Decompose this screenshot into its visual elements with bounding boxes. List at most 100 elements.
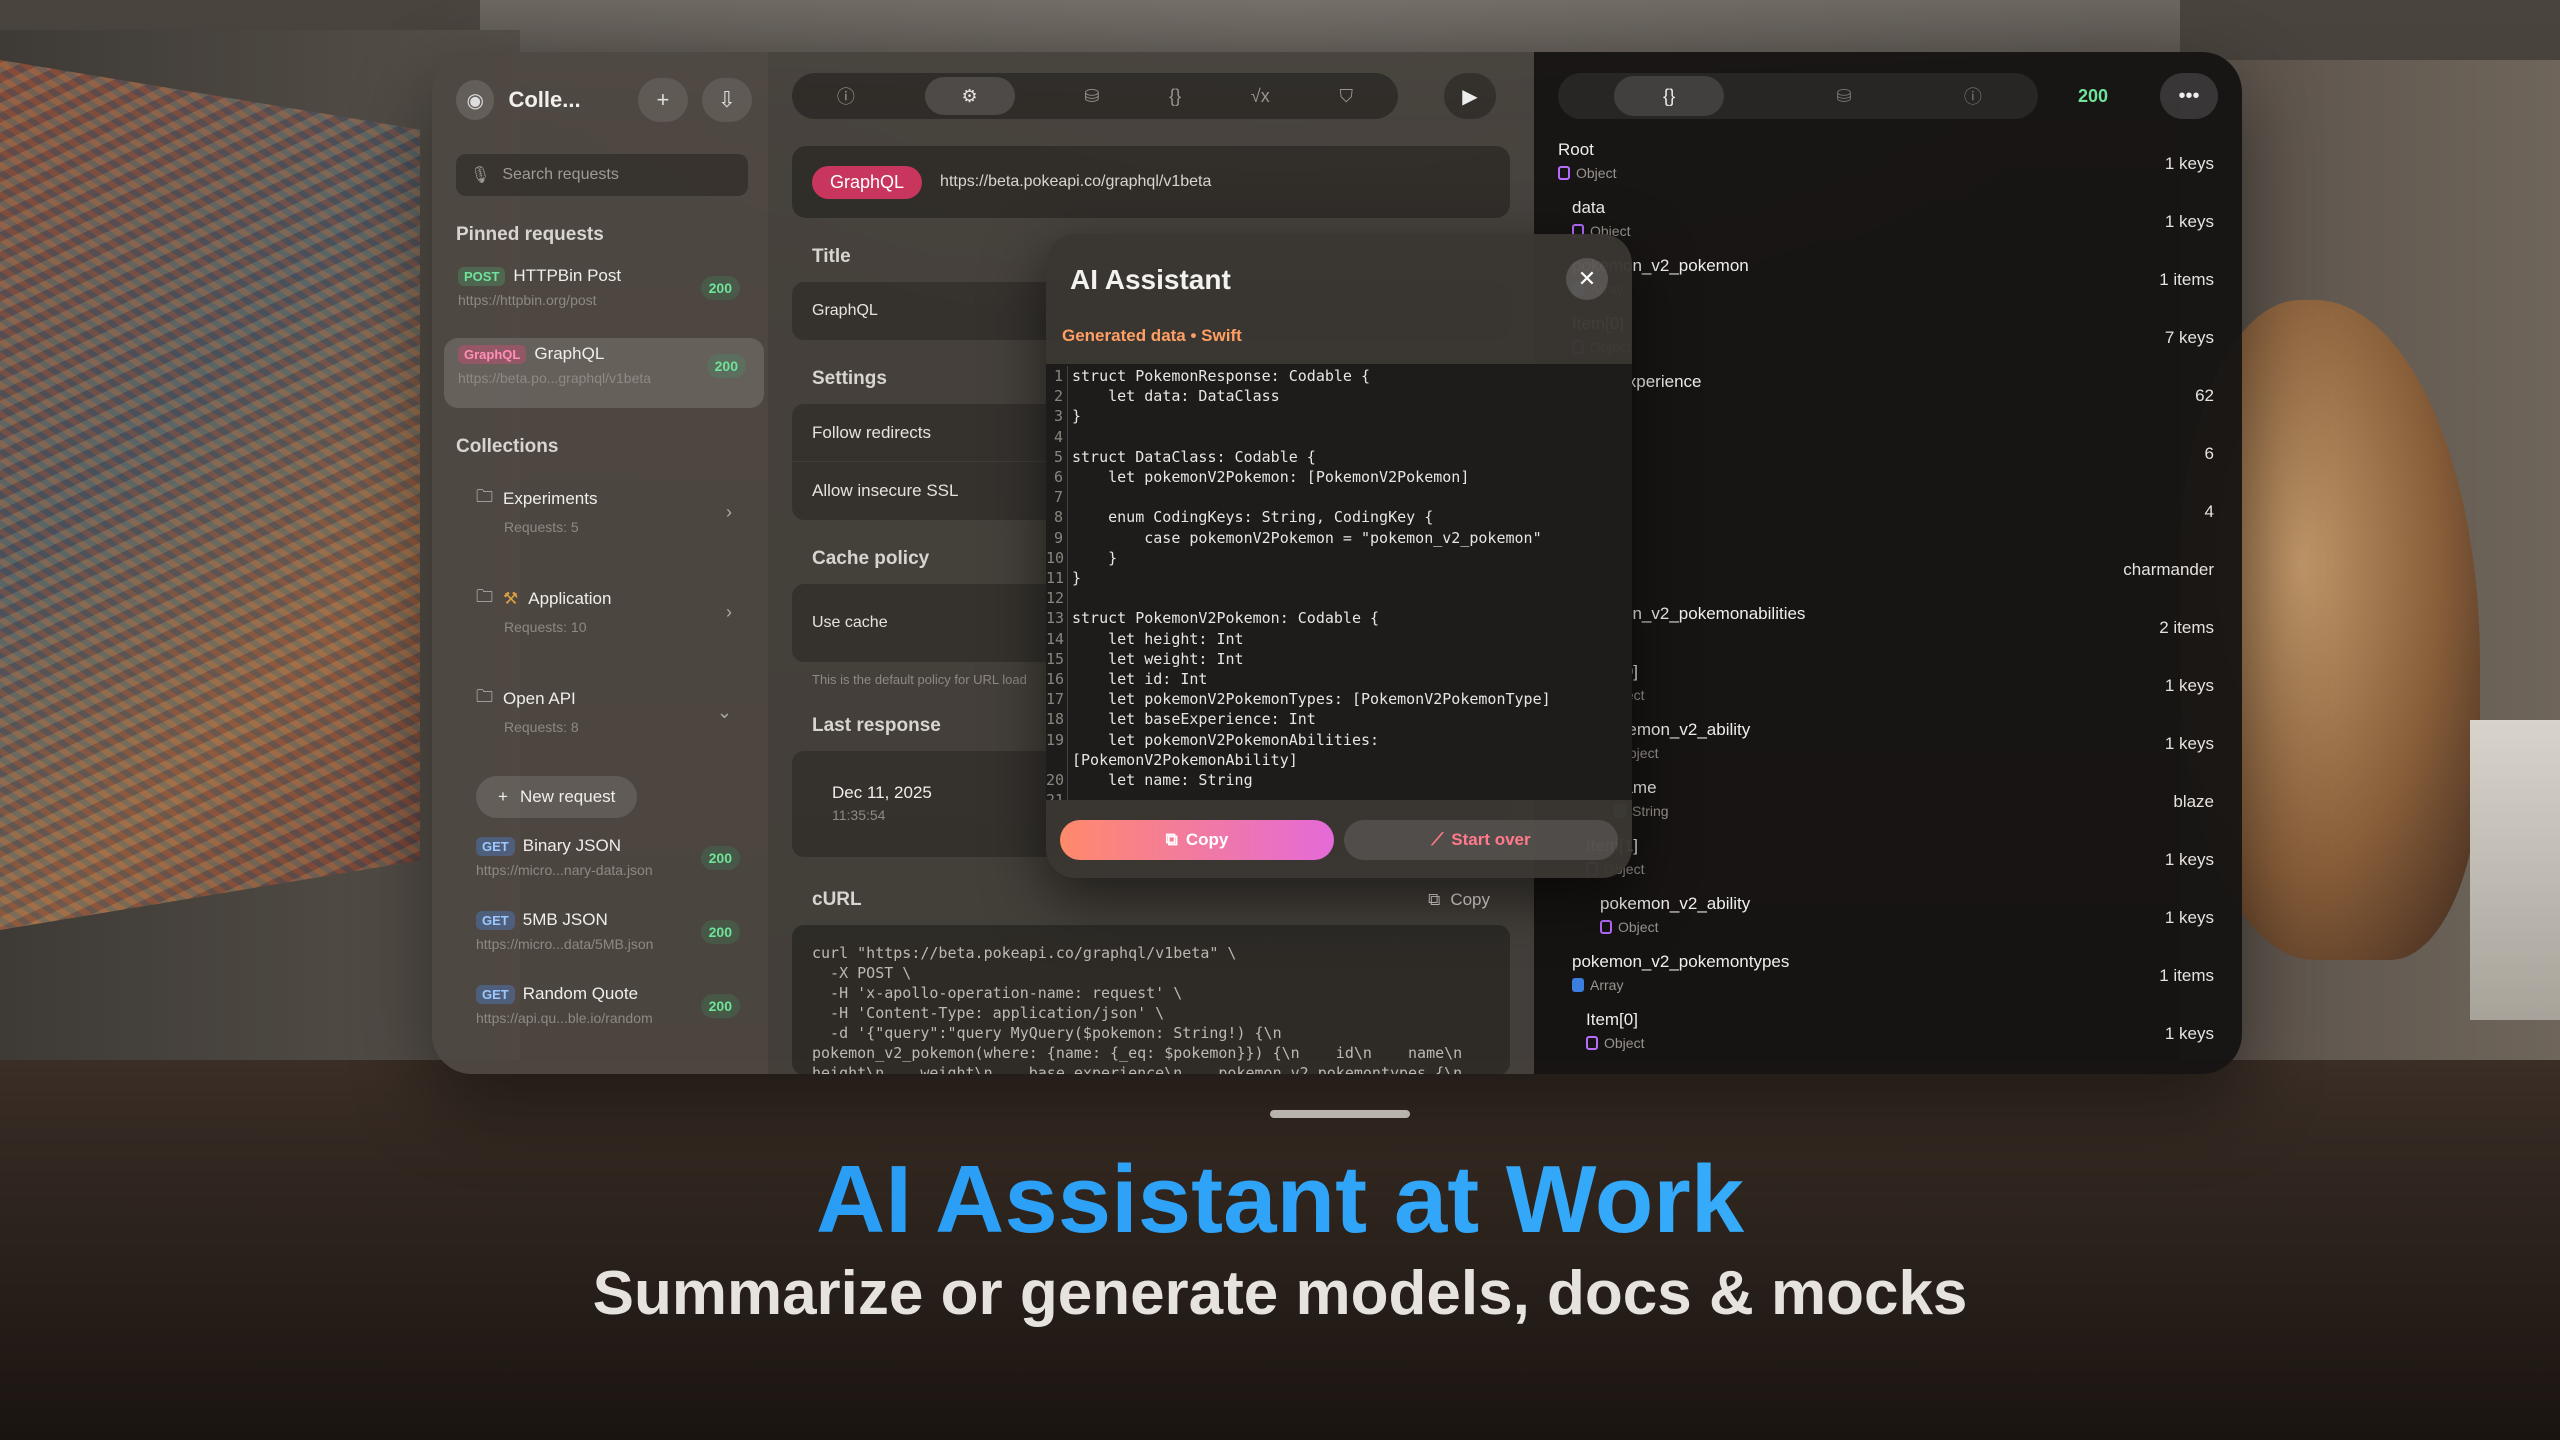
tree-node[interactable]: pokemon_v2_ability Object 1 keys	[1558, 894, 2218, 952]
braces-icon[interactable]: {}	[1169, 86, 1181, 107]
node-type: Object	[1586, 687, 2218, 703]
node-value: 4	[2204, 502, 2214, 521]
tree-node[interactable]: Item[0] Object7 keys	[1558, 314, 2218, 372]
code-line: 15 let weight: Int	[1046, 648, 1632, 670]
close-button[interactable]: ✕	[1566, 258, 1608, 300]
node-value: 1 keys	[2164, 1024, 2214, 1043]
code-view[interactable]: 1 struct PokemonResponse: Codable {2 let …	[1046, 364, 1632, 800]
line-number: 5	[1046, 446, 1068, 468]
request-item[interactable]: GET Binary JSON https://micro...nary-data…	[456, 830, 752, 894]
dialog-subtitle: Generated data • Swift	[1062, 326, 1242, 345]
url-bar[interactable]: GraphQL https://beta.pokeapi.co/graphql/…	[792, 146, 1510, 218]
curl-heading: cURL	[812, 889, 862, 910]
tree-node[interactable]: name String blaze	[1558, 778, 2218, 836]
code-line: 21	[1046, 790, 1632, 800]
request-item[interactable]: GET Random Quote https://api.qu...ble.io/…	[456, 978, 752, 1042]
tree-node[interactable]: id Int4	[1558, 488, 2218, 546]
dialog-actions: ⧉ Copy ⟋ Start over	[1060, 820, 1618, 860]
database-icon[interactable]: ⛁	[1836, 86, 1851, 107]
braces-icon[interactable]: {}	[1614, 76, 1725, 116]
tree-node[interactable]: pokemon_v2_ability Object 1 keys	[1558, 720, 2218, 778]
tree-node[interactable]: name Stringcharmander	[1558, 546, 2218, 604]
window-grab-handle[interactable]	[1270, 1110, 1410, 1118]
request-item[interactable]: GET 5MB JSON https://micro...data/5MB.jso…	[456, 904, 752, 968]
node-value: 1 keys	[2164, 154, 2214, 173]
method-badge: GET	[476, 910, 515, 930]
painting	[0, 60, 420, 930]
line-number	[1046, 749, 1068, 771]
line-number: 17	[1046, 689, 1068, 710]
more-button[interactable]: •••	[2160, 73, 2218, 119]
tree-node[interactable]: base_experience Int62	[1558, 372, 2218, 430]
curl-text[interactable]: curl "https://beta.pokeapi.co/graphql/v1…	[792, 925, 1510, 1074]
node-type: String	[1572, 571, 2218, 587]
gear-icon[interactable]: ⚙	[924, 77, 1015, 115]
pinned-request[interactable]: POST HTTPBin Post https://httpbin.org/po…	[456, 260, 752, 324]
node-type: Array	[1572, 977, 2218, 993]
node-key: height	[1572, 430, 2218, 450]
info-icon[interactable]: ⓘ	[1964, 83, 1982, 109]
code-line: 11}	[1046, 568, 1632, 589]
tree-node[interactable]: Item[0]Object1 keys	[1558, 662, 2218, 720]
line-number: 6	[1046, 467, 1068, 488]
node-type: Array	[1572, 629, 2218, 645]
code-text: let height: Int	[1072, 629, 1244, 648]
tree-node[interactable]: height Int6	[1558, 430, 2218, 488]
method-badge: POST	[458, 266, 506, 286]
response-tabs: {} ⛁ ⓘ	[1558, 73, 2038, 119]
collection-item[interactable]: 🗀 Experiments Requests: 5 ›	[456, 484, 752, 554]
request-name: HTTPBin Post	[513, 266, 622, 285]
ellipsis-icon: •••	[2178, 84, 2200, 107]
code-line: [PokemonV2PokemonAbility]	[1046, 749, 1632, 771]
code-text: enum CodingKeys: String, CodingKey {	[1072, 508, 1434, 527]
tree-node[interactable]: data Object 1 keys	[1558, 198, 2218, 256]
info-icon[interactable]: ⓘ	[837, 83, 855, 109]
type-label: String	[1632, 803, 1669, 819]
search-placeholder: Search requests	[502, 166, 619, 183]
curl-copy-button[interactable]: ⧉ Copy	[1428, 890, 1490, 910]
node-type: String	[1614, 803, 2218, 819]
status-badge: 200	[700, 994, 740, 1018]
collection-count: Requests: 8	[504, 719, 579, 735]
node-value: 1 keys	[2164, 908, 2214, 927]
tree-node[interactable]: Root Object 1 keys	[1558, 140, 2218, 198]
new-request-button[interactable]: + New request	[476, 776, 638, 818]
sidebar-toggle-button[interactable]: ◉	[456, 80, 495, 120]
node-value: 1 keys	[2164, 850, 2214, 869]
editor-tabs: ⓘ ⚙ ⛁ {} √x ⛉	[792, 73, 1398, 119]
database-icon[interactable]: ⛁	[1084, 86, 1099, 107]
url-field[interactable]: https://beta.pokeapi.co/graphql/v1beta	[940, 173, 1211, 191]
tray-download-icon: ⇩	[717, 87, 737, 112]
response-status-code: 200	[2078, 85, 2109, 106]
import-button[interactable]: ⇩	[701, 78, 752, 122]
method-badge: GET	[476, 984, 515, 1004]
send-button[interactable]: ▶	[1444, 73, 1496, 119]
search-input[interactable]: 🎙 Search requests	[456, 154, 748, 196]
tree-node[interactable]: pokemon_v2_pokemon Array1 items	[1558, 256, 2218, 314]
collections-heading: Collections	[456, 436, 559, 457]
line-number: 10	[1046, 547, 1068, 569]
code-text: let data: DataClass	[1072, 387, 1280, 406]
function-icon[interactable]: √x	[1251, 86, 1270, 107]
tree-node[interactable]: pokemon_v2_pokemontypes Array 1 items	[1558, 952, 2218, 1010]
collection-item[interactable]: 🗀 ⚒ Application Requests: 10 ›	[456, 584, 752, 654]
start-over-button[interactable]: ⟋ Start over	[1344, 820, 1618, 860]
collection-name: Application	[528, 588, 612, 608]
status-badge: 200	[700, 920, 740, 944]
node-type: Object	[1586, 1035, 2218, 1051]
node-key: Item[0]	[1586, 662, 2218, 682]
tree-node[interactable]: pokemon_v2_pokemonabilities Array2 items	[1558, 604, 2218, 662]
folder-icon: 🗀	[476, 487, 493, 506]
tree-node[interactable]: Item[0]Object1 keys	[1558, 1010, 2218, 1068]
copy-button[interactable]: ⧉ Copy	[1060, 820, 1334, 860]
collection-item[interactable]: 🗀 Open API Requests: 8 ⌄	[456, 684, 752, 754]
chevron-right-icon: ›	[726, 602, 732, 622]
request-type-badge[interactable]: GraphQL	[812, 165, 923, 199]
pinned-request-active[interactable]: GraphQL GraphQL https://beta.po...graphq…	[444, 338, 764, 408]
tree-node[interactable]: Item[1] Object1 keys	[1558, 836, 2218, 894]
node-key: pokemon_v2_pokemontypes	[1572, 952, 1790, 971]
shield-icon[interactable]: ⛉	[1340, 86, 1354, 107]
add-button[interactable]: +	[637, 78, 688, 122]
wand-icon: ⟋	[1431, 830, 1444, 849]
